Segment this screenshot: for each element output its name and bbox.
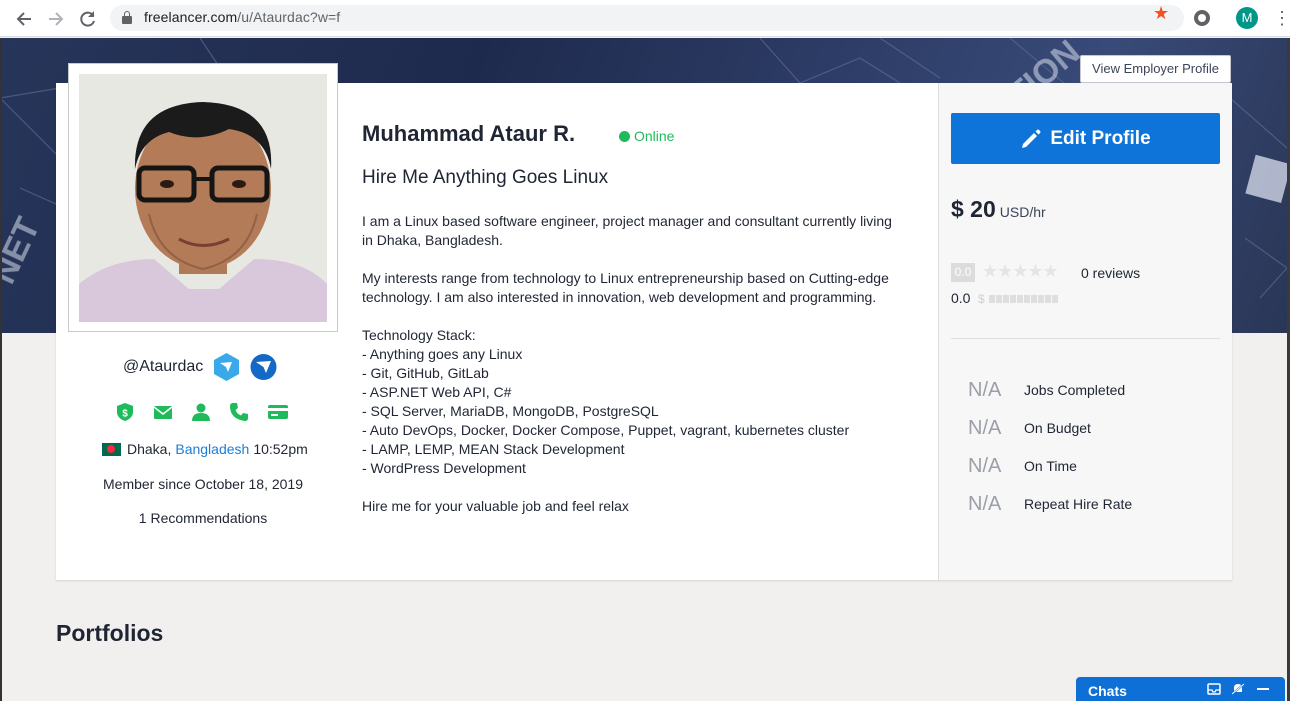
minimize-icon[interactable] xyxy=(1256,683,1270,695)
stat-value: N/A xyxy=(968,454,1002,477)
rating-stars: ★★★★★ xyxy=(982,261,1059,281)
verification-icons: $ xyxy=(115,402,288,422)
stat-label: On Time xyxy=(1024,458,1077,474)
forward-arrow-icon[interactable] xyxy=(45,8,67,30)
chats-label: Chats xyxy=(1088,683,1127,699)
lock-icon[interactable] xyxy=(122,11,132,24)
stat-jobs-completed: N/A Jobs Completed xyxy=(968,371,1132,409)
username-row: @Ataurdac xyxy=(123,352,277,382)
stat-on-budget: N/A On Budget xyxy=(968,409,1132,447)
member-since: Member since October 18, 2019 xyxy=(103,476,303,492)
country-link[interactable]: Bangladesh xyxy=(175,441,249,457)
profile-avatar[interactable]: M xyxy=(1236,7,1258,29)
view-employer-profile-button[interactable]: View Employer Profile xyxy=(1080,55,1231,83)
bangladesh-flag-icon xyxy=(102,442,121,456)
location-row: Dhaka, Bangladesh 10:52pm xyxy=(102,441,308,457)
stats-list: N/A Jobs Completed N/A On Budget N/A On … xyxy=(968,371,1132,523)
mute-notifications-icon[interactable] xyxy=(1231,683,1245,695)
shield-icon[interactable]: $ xyxy=(115,402,135,422)
profile-name: Muhammad Ataur R. xyxy=(362,121,576,146)
stat-label: On Budget xyxy=(1024,420,1091,436)
online-status: Online xyxy=(619,128,674,144)
online-dot-icon xyxy=(619,130,630,142)
hourly-rate: $ 20 USD/hr xyxy=(951,196,1046,223)
reload-icon[interactable] xyxy=(77,8,99,30)
city: Dhaka, xyxy=(127,441,172,457)
stat-value: N/A xyxy=(968,492,1002,515)
local-time: 10:52pm xyxy=(253,441,308,457)
chats-bar[interactable]: Chats xyxy=(1076,677,1285,701)
rating-score: 0.0 xyxy=(951,263,975,282)
portfolios-heading: Portfolios xyxy=(56,620,164,646)
stat-value: N/A xyxy=(968,416,1002,439)
page-edge xyxy=(0,38,2,701)
bookmark-star-icon[interactable]: ★ xyxy=(1153,3,1169,24)
card-icon[interactable] xyxy=(267,402,288,422)
svg-text:$: $ xyxy=(122,409,128,420)
verified-badge-icon[interactable] xyxy=(250,352,277,382)
reviews-count[interactable]: 0 reviews xyxy=(1081,265,1140,281)
menu-icon[interactable]: ⋮ xyxy=(1273,8,1290,28)
stat-label: Repeat Hire Rate xyxy=(1024,496,1133,512)
address-bar[interactable]: freelancer.com/u/Ataurdac?w=f xyxy=(110,5,1184,31)
rate-unit: USD/hr xyxy=(999,204,1046,220)
edit-profile-label: Edit Profile xyxy=(1050,127,1151,149)
browser-toolbar: freelancer.com/u/Ataurdac?w=f ★ M ⋮ xyxy=(0,0,1290,37)
back-arrow-icon[interactable] xyxy=(13,8,35,30)
stat-label: Jobs Completed xyxy=(1024,382,1126,398)
stat-on-time: N/A On Time xyxy=(968,447,1132,485)
recommendations-link[interactable]: 1 Recommendations xyxy=(56,510,350,526)
profile-photo[interactable] xyxy=(79,74,327,322)
username: @Ataurdac xyxy=(123,358,204,375)
mail-icon[interactable] xyxy=(153,402,173,422)
earnings-score: 0.0 xyxy=(951,290,971,306)
profile-photo-frame xyxy=(68,63,338,332)
profile-tagline: Hire Me Anything Goes Linux xyxy=(362,167,609,188)
profile-bio: I am a Linux based software engineer, pr… xyxy=(362,213,892,514)
svg-text:NET: NET xyxy=(0,212,48,290)
extension-icon[interactable] xyxy=(1194,10,1210,26)
user-icon[interactable] xyxy=(191,402,211,422)
earnings-bar-icon: $ xyxy=(978,292,1058,306)
stat-repeat-hire-rate: N/A Repeat Hire Rate xyxy=(968,485,1132,523)
preferred-freelancer-badge-icon[interactable] xyxy=(213,352,240,382)
inbox-icon[interactable] xyxy=(1207,683,1221,695)
url-text[interactable]: freelancer.com/u/Ataurdac?w=f xyxy=(144,9,340,25)
sidebar-divider xyxy=(951,338,1220,339)
stat-value: N/A xyxy=(968,378,1002,401)
edit-profile-button[interactable]: Edit Profile xyxy=(951,113,1220,164)
phone-icon[interactable] xyxy=(229,402,249,422)
online-label: Online xyxy=(634,128,675,144)
rate-value: $ 20 xyxy=(951,196,996,222)
pencil-icon xyxy=(1022,129,1041,148)
